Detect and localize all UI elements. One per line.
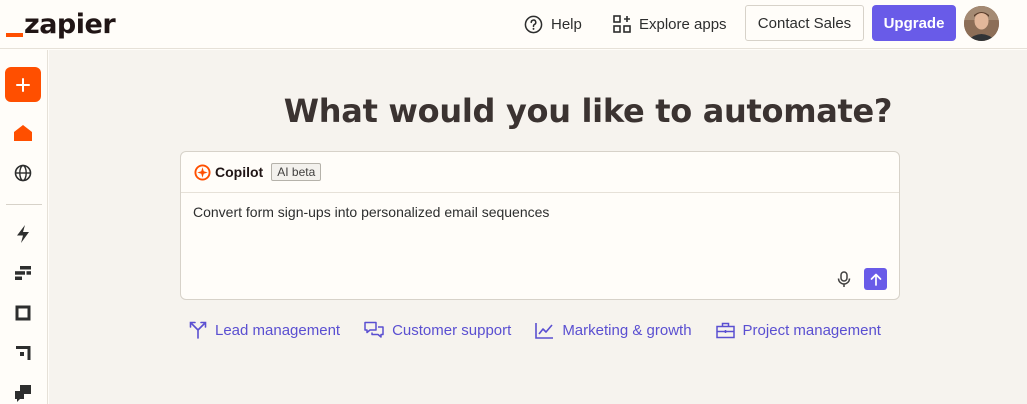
line-chart-icon — [535, 322, 554, 339]
top-header: zapier Help Explore apps Contact Sales U… — [0, 0, 1027, 49]
left-sidebar — [0, 50, 48, 404]
help-label: Help — [551, 15, 582, 33]
suggestion-chips: Lead management Customer support Marketi… — [189, 320, 905, 340]
chat-bubbles-icon — [364, 321, 384, 338]
briefcase-icon — [715, 322, 735, 338]
plus-icon — [16, 77, 30, 92]
globe-icon — [14, 164, 32, 182]
main-content: What would you like to automate? Copilot… — [49, 50, 1027, 404]
suggestion-label: Marketing & growth — [562, 321, 692, 339]
sidebar-item-discover[interactable] — [12, 162, 34, 184]
chatbot-icon — [15, 385, 31, 402]
ai-beta-badge: AI beta — [271, 163, 322, 181]
copilot-prompt-card: Copilot AI beta Convert form sign-ups in… — [180, 151, 900, 300]
sidebar-item-tables[interactable] — [12, 262, 34, 284]
tables-icon — [15, 266, 31, 280]
help-icon — [524, 15, 543, 33]
sidebar-item-home[interactable] — [12, 122, 34, 144]
create-button[interactable] — [5, 67, 41, 102]
zapier-logo[interactable]: zapier — [6, 8, 116, 40]
send-button[interactable] — [864, 268, 887, 290]
suggestion-label: Customer support — [392, 321, 512, 339]
suggestion-project-management[interactable]: Project management — [715, 321, 881, 339]
copilot-logo-icon — [194, 163, 211, 181]
microphone-icon — [837, 270, 851, 287]
microphone-button[interactable] — [835, 270, 853, 288]
interfaces-icon — [15, 305, 31, 321]
sidebar-item-zaps[interactable] — [12, 223, 34, 245]
apps-grid-icon — [613, 15, 631, 33]
sidebar-divider — [6, 204, 42, 205]
prompt-input[interactable]: Convert form sign-ups into personalized … — [193, 204, 549, 220]
explore-apps-link[interactable]: Explore apps — [613, 11, 727, 37]
suggestion-label: Project management — [742, 321, 881, 339]
avatar-image — [964, 6, 999, 41]
page-title: What would you like to automate? — [283, 92, 893, 130]
funnel-split-icon — [189, 321, 207, 339]
suggestion-lead-management[interactable]: Lead management — [189, 321, 340, 339]
arrow-up-icon — [870, 273, 881, 286]
sidebar-item-chatbots[interactable] — [12, 382, 34, 404]
logo-text: zapier — [24, 9, 116, 40]
suggestion-label: Lead management — [215, 321, 341, 339]
help-link[interactable]: Help — [524, 11, 582, 37]
copilot-header: Copilot AI beta — [181, 152, 899, 193]
sidebar-item-canvas[interactable] — [12, 342, 34, 364]
suggestion-customer-support[interactable]: Customer support — [364, 321, 511, 339]
copilot-name: Copilot — [215, 164, 264, 180]
explore-apps-label: Explore apps — [639, 15, 727, 33]
canvas-icon — [16, 346, 31, 360]
logo-dash — [6, 33, 23, 37]
user-avatar[interactable] — [964, 6, 999, 41]
sidebar-item-interfaces[interactable] — [12, 302, 34, 324]
home-icon — [14, 125, 32, 141]
suggestion-marketing-growth[interactable]: Marketing & growth — [535, 321, 692, 339]
upgrade-button[interactable]: Upgrade — [872, 5, 956, 41]
zap-icon — [17, 225, 29, 243]
contact-sales-button[interactable]: Contact Sales — [745, 5, 864, 41]
